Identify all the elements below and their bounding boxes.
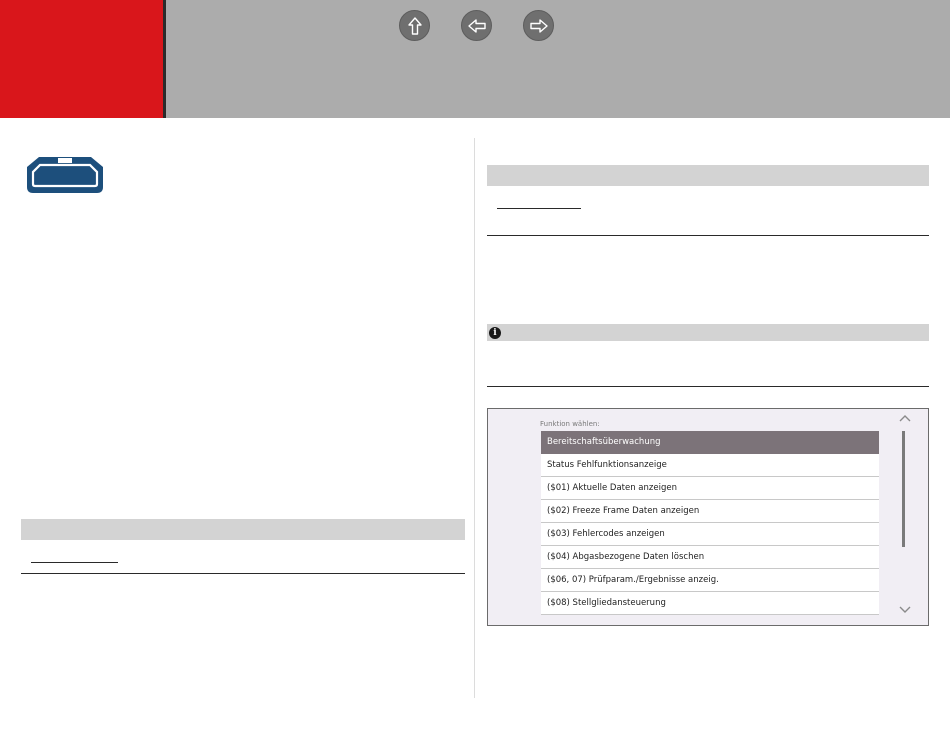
home-button[interactable] bbox=[399, 10, 430, 41]
forward-button[interactable] bbox=[523, 10, 554, 41]
header-divider bbox=[163, 0, 166, 118]
right-arrow-icon bbox=[530, 19, 548, 33]
info-icon: i bbox=[489, 327, 501, 339]
back-button[interactable] bbox=[461, 10, 492, 41]
list-item[interactable]: ($06, 07) Prüfparam./Ergebnisse anzeig. bbox=[541, 569, 879, 592]
list-item[interactable]: Bereitschaftsüberwachung bbox=[541, 431, 879, 454]
list-item[interactable]: ($02) Freeze Frame Daten anzeigen bbox=[541, 500, 879, 523]
hyperlink[interactable] bbox=[31, 562, 118, 563]
section-heading-bar bbox=[21, 519, 465, 540]
list-item[interactable]: ($01) Aktuelle Daten anzeigen bbox=[541, 477, 879, 500]
connector-icon bbox=[27, 157, 103, 193]
list-item[interactable]: Status Fehlfunktionsanzeige bbox=[541, 454, 879, 477]
function-select-screen: Funktion wählen: Bereitschaftsüberwachun… bbox=[487, 408, 929, 626]
section-rule bbox=[21, 573, 465, 574]
chevron-up-icon[interactable] bbox=[898, 413, 912, 423]
scrollbar[interactable] bbox=[902, 431, 905, 547]
page-header bbox=[0, 0, 950, 118]
table-rule bbox=[487, 235, 929, 236]
table-heading-bar bbox=[487, 165, 929, 186]
left-arrow-icon bbox=[468, 19, 486, 33]
note-rule bbox=[487, 386, 929, 387]
note-bar bbox=[487, 324, 929, 341]
up-arrow-icon bbox=[408, 17, 422, 35]
list-item[interactable]: ($04) Abgasbezogene Daten löschen bbox=[541, 546, 879, 569]
hyperlink[interactable] bbox=[497, 208, 581, 209]
function-select-label: Funktion wählen: bbox=[540, 420, 600, 428]
list-item[interactable]: ($08) Stellgliedansteuerung bbox=[541, 592, 879, 615]
chapter-tab bbox=[0, 0, 163, 118]
function-list: Bereitschaftsüberwachung Status Fehlfunk… bbox=[541, 431, 879, 615]
chevron-down-icon[interactable] bbox=[898, 605, 912, 615]
list-item[interactable]: ($03) Fehlercodes anzeigen bbox=[541, 523, 879, 546]
column-divider bbox=[474, 138, 475, 698]
